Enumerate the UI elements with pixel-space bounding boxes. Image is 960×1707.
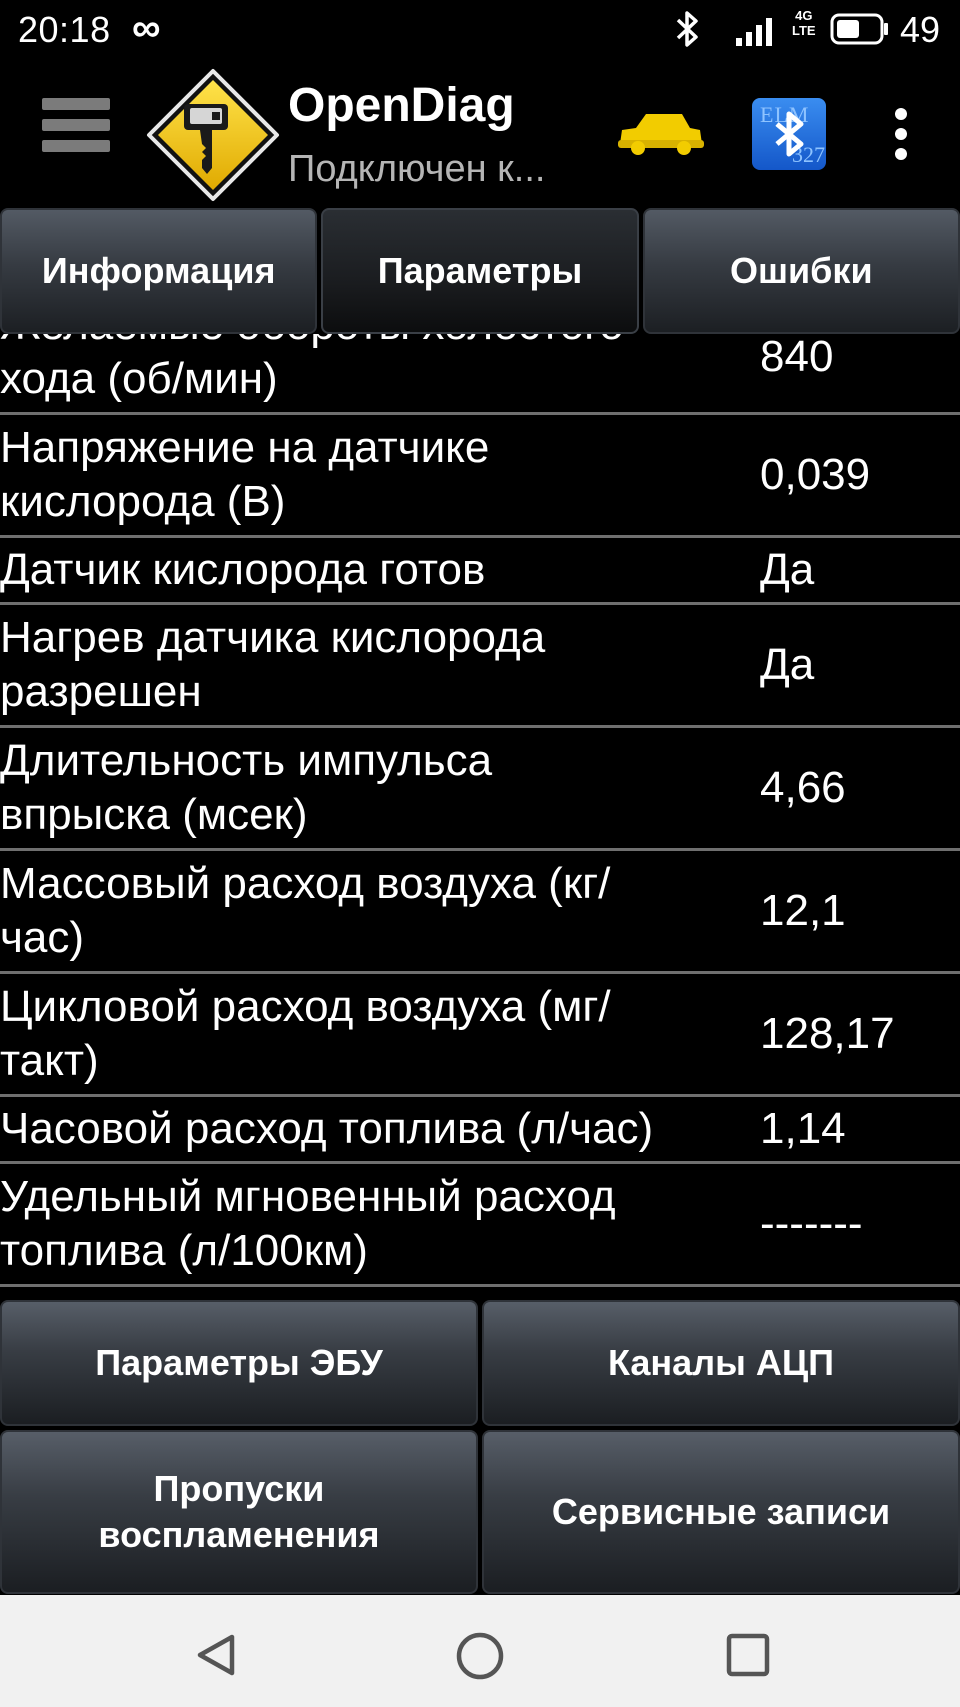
param-value: 0,039 bbox=[760, 450, 871, 499]
network-type: 4G LTE bbox=[792, 8, 816, 38]
param-name: Датчик кислорода готов bbox=[0, 545, 486, 594]
misfires-button[interactable]: Пропуски воспламенения bbox=[0, 1430, 478, 1594]
param-name-line2: час) bbox=[0, 913, 85, 962]
infinity-icon: ∞ bbox=[132, 6, 161, 50]
signal-icon bbox=[736, 14, 782, 51]
param-value: 12,1 bbox=[760, 886, 846, 935]
bottom-button-panel: Параметры ЭБУ Каналы АЦП Пропуски воспла… bbox=[0, 1300, 960, 1594]
app-logo-key-icon bbox=[146, 68, 280, 202]
param-value: ------- bbox=[760, 1199, 863, 1248]
misfires-label-line2: воспламенения bbox=[98, 1514, 380, 1555]
network-type-top: 4G bbox=[795, 8, 813, 23]
list-item: Часовой расход топлива (л/час) 1,14 bbox=[0, 1097, 960, 1164]
battery-icon bbox=[830, 12, 890, 46]
list-item: Датчик кислорода готов Да bbox=[0, 538, 960, 605]
status-time: 20:18 bbox=[18, 9, 111, 50]
param-name-line2: впрыска (мсек) bbox=[0, 790, 308, 839]
param-name-line1: Нагрев датчика кислорода bbox=[0, 613, 546, 662]
parameter-list[interactable]: Желаемые обороты холостого хода (об/мин)… bbox=[0, 300, 960, 1292]
param-name: Нагрев датчика кислорода разрешен bbox=[0, 611, 760, 719]
param-value: Да bbox=[760, 545, 815, 594]
param-value: 1,14 bbox=[760, 1104, 846, 1153]
list-item: Массовый расход воздуха (кг/ час) 12,1 bbox=[0, 851, 960, 974]
tab-info[interactable]: Информация bbox=[0, 208, 318, 334]
action-bar: OpenDiag Подключен к... ELM 327 bbox=[0, 60, 960, 210]
param-name-line1: Удельный мгновенный расход bbox=[0, 1172, 616, 1221]
navigation-bar bbox=[0, 1595, 960, 1707]
param-name-line1: Массовый расход воздуха (кг/ bbox=[0, 859, 611, 908]
list-item: Напряжение на датчике кислорода (В) 0,03… bbox=[0, 415, 960, 538]
network-type-bottom: LTE bbox=[792, 23, 816, 38]
battery-level: 49 bbox=[900, 9, 941, 50]
app-title: OpenDiag bbox=[288, 79, 515, 132]
param-name: Длительность импульса впрыска (мсек) bbox=[0, 734, 760, 842]
param-name-line2: такт) bbox=[0, 1036, 99, 1085]
bluetooth-adapter-icon[interactable]: ELM 327 bbox=[752, 98, 826, 170]
back-icon[interactable] bbox=[192, 1631, 240, 1684]
list-item: Нагрев датчика кислорода разрешен Да bbox=[0, 605, 960, 728]
service-records-button[interactable]: Сервисные записи bbox=[482, 1430, 960, 1594]
param-name: Цикловой расход воздуха (мг/ такт) bbox=[0, 980, 760, 1088]
tab-errors[interactable]: Ошибки bbox=[642, 208, 960, 334]
param-value: 4,66 bbox=[760, 763, 846, 812]
home-icon[interactable] bbox=[455, 1631, 505, 1686]
menu-icon[interactable] bbox=[42, 98, 110, 168]
param-name-line2: топлива (л/100км) bbox=[0, 1226, 368, 1275]
param-name: Удельный мгновенный расход топлива (л/10… bbox=[0, 1170, 760, 1278]
status-bar: 20:18 ∞ 4G LTE 49 bbox=[0, 0, 960, 60]
connection-status: Подключен к... bbox=[288, 148, 546, 190]
car-icon[interactable] bbox=[616, 106, 706, 162]
misfires-label-line1: Пропуски bbox=[153, 1468, 325, 1509]
list-item: Цикловой расход воздуха (мг/ такт) 128,1… bbox=[0, 974, 960, 1097]
overflow-menu-icon[interactable] bbox=[890, 108, 912, 164]
adc-channels-button[interactable]: Каналы АЦП bbox=[482, 1300, 960, 1426]
param-value: 840 bbox=[760, 332, 834, 381]
tab-parameters[interactable]: Параметры bbox=[321, 208, 639, 334]
list-item: Удельный мгновенный расход топлива (л/10… bbox=[0, 1164, 960, 1287]
param-name: Массовый расход воздуха (кг/ час) bbox=[0, 857, 760, 965]
param-name: Часовой расход топлива (л/час) bbox=[0, 1104, 654, 1153]
param-name-line2: разрешен bbox=[0, 667, 202, 716]
param-name-line1: Напряжение на датчике bbox=[0, 423, 490, 472]
list-item: Длительность импульса впрыска (мсек) 4,6… bbox=[0, 728, 960, 851]
tab-bar: Информация Параметры Ошибки bbox=[0, 208, 960, 334]
param-name-line2: хода (об/мин) bbox=[0, 354, 278, 403]
param-name-line1: Цикловой расход воздуха (мг/ bbox=[0, 982, 611, 1031]
param-value: 128,17 bbox=[760, 1009, 895, 1058]
param-name-line1: Длительность импульса bbox=[0, 736, 493, 785]
param-value: Да bbox=[760, 640, 815, 689]
bluetooth-icon bbox=[672, 10, 702, 53]
param-name-line2: кислорода (В) bbox=[0, 477, 286, 526]
ecu-params-button[interactable]: Параметры ЭБУ bbox=[0, 1300, 478, 1426]
recents-icon[interactable] bbox=[726, 1633, 770, 1682]
param-name: Напряжение на датчике кислорода (В) bbox=[0, 421, 760, 529]
